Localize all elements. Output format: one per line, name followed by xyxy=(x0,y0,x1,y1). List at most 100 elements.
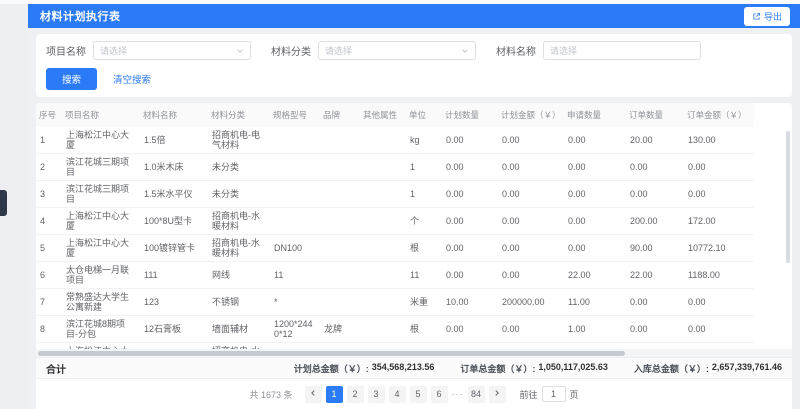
table-cell: 墙面辅材 xyxy=(208,316,270,343)
column-header: 规格型号 xyxy=(270,103,320,127)
clear-search-button[interactable]: 清空搜索 xyxy=(109,68,155,90)
sidebar-collapse-handle[interactable] xyxy=(0,190,7,216)
chevron-left-icon xyxy=(309,389,317,399)
table-cell: 10.00 xyxy=(442,289,498,316)
table-cell: 0.00 xyxy=(498,208,564,235)
column-header: 订单数量 xyxy=(626,103,684,127)
table-cell: 根 xyxy=(406,316,442,343)
app-shell: 材料计划执行表 导出 项目名称 请选择 xyxy=(0,4,800,409)
table-row: 7常熟盛达大学生公寓新建123不锈钢*米重10.00200000.0011.00… xyxy=(36,289,754,316)
page-button-3[interactable]: 3 xyxy=(368,386,385,403)
table-cell: 0.00 xyxy=(564,208,626,235)
goto-page-input[interactable] xyxy=(542,386,566,402)
page-title: 材料计划执行表 xyxy=(40,8,121,24)
export-button[interactable]: 导出 xyxy=(744,7,790,26)
page-button-2[interactable]: 2 xyxy=(347,386,364,403)
column-header: 订单金额（￥） xyxy=(684,103,754,127)
horizontal-scrollbar[interactable] xyxy=(38,351,625,356)
table-cell: 0.00 xyxy=(564,154,626,181)
chevron-down-icon xyxy=(236,42,244,60)
table-cell: 0.00 xyxy=(442,181,498,208)
table-cell: 22.00 xyxy=(564,262,626,289)
project-name-placeholder: 请选择 xyxy=(100,44,127,57)
table-cell: 0.00 xyxy=(564,127,626,154)
table-cell: 22.00 xyxy=(626,262,684,289)
table-cell: 上海松江中心大厦 xyxy=(62,208,140,235)
plan-total: 计划总金额（￥）: 354,568,213.56 xyxy=(294,362,435,375)
table-cell xyxy=(360,289,406,316)
table-cell: 0.00 xyxy=(626,316,684,343)
export-label: 导出 xyxy=(764,10,782,23)
table-cell xyxy=(270,154,320,181)
search-button[interactable]: 搜索 xyxy=(46,68,97,90)
goto-unit: 页 xyxy=(570,388,579,401)
table-cell: 滨江花城三期项目 xyxy=(62,181,140,208)
table-cell: 10772.10 xyxy=(684,235,754,262)
table-cell xyxy=(320,127,360,154)
table-body: 1上海松江中心大厦1.5倍招商机电-电气材料kg0.000.000.0020.0… xyxy=(36,127,754,349)
page-button-6[interactable]: 6 xyxy=(431,386,448,403)
material-name-select[interactable]: 请选择 xyxy=(543,41,701,60)
next-page-button[interactable] xyxy=(489,386,506,403)
plan-total-label: 计划总金额（￥）: xyxy=(294,362,369,375)
table-cell: 0.00 xyxy=(498,262,564,289)
table-cell: 0.00 xyxy=(498,154,564,181)
table-cell xyxy=(320,154,360,181)
left-rail xyxy=(0,4,28,409)
page-button-4[interactable]: 4 xyxy=(389,386,406,403)
table-cell: 0.00 xyxy=(684,289,754,316)
table-cell xyxy=(360,181,406,208)
table-cell: 0.00 xyxy=(442,208,498,235)
filter-row: 项目名称 请选择 材料分类 请选择 xyxy=(46,41,782,60)
table-cell: 上海松江中心大厦 xyxy=(62,127,140,154)
column-header: 序号 xyxy=(36,103,62,127)
table-cell xyxy=(320,208,360,235)
table-scroll-area: 序号项目名称材料名称材料分类规格型号品牌其他属性单位计划数量计划金额（￥）申请数… xyxy=(36,103,792,349)
table-cell: 4 xyxy=(36,208,62,235)
project-name-label: 项目名称 xyxy=(46,43,86,58)
material-category-select[interactable]: 请选择 xyxy=(318,41,476,60)
pagination: 共 1673 条 123456 ··· 84 前往 页 xyxy=(36,379,792,409)
horizontal-scrollbar-track xyxy=(36,349,792,357)
page-button-last[interactable]: 84 xyxy=(468,386,485,403)
pagination-total: 共 1673 条 xyxy=(249,388,292,401)
project-name-select[interactable]: 请选择 xyxy=(93,41,251,60)
table-cell: 0.00 xyxy=(684,316,754,343)
table-row: 8滨江花城8期项目-分包12石膏板墙面辅材1200*2440*12龙牌根0.00… xyxy=(36,316,754,343)
table-cell: 未分类 xyxy=(208,154,270,181)
table-cell: 100镀锌管卡 xyxy=(140,235,208,262)
table-cell: 网线 xyxy=(208,262,270,289)
table-cell xyxy=(320,235,360,262)
table-cell: 龙牌 xyxy=(320,316,360,343)
table-cell: 1 xyxy=(36,127,62,154)
table-cell: 滨江花城三期项目 xyxy=(62,154,140,181)
table-cell: 20.00 xyxy=(626,127,684,154)
table-row: 3滨江花城三期项目1.5米水平仪未分类10.000.000.000.000.00 xyxy=(36,181,754,208)
table-cell: 招商机电-水暖材料 xyxy=(208,235,270,262)
table-cell: 0.00 xyxy=(684,154,754,181)
column-header: 申请数量 xyxy=(564,103,626,127)
vertical-scrollbar[interactable] xyxy=(786,131,790,263)
table-cell: 130.00 xyxy=(684,127,754,154)
table-cell: 11.00 xyxy=(564,289,626,316)
table-cell xyxy=(320,289,360,316)
material-name-placeholder: 请选择 xyxy=(550,44,577,57)
table-cell: 0.00 xyxy=(442,154,498,181)
page-button-5[interactable]: 5 xyxy=(410,386,427,403)
table-cell: 0.00 xyxy=(442,316,498,343)
summary-row: 合计 计划总金额（￥）: 354,568,213.56 订单总金额（￥）: 1,… xyxy=(36,357,792,379)
table-cell: 11 xyxy=(270,262,320,289)
inbound-total-value: 2,657,339,761.46 xyxy=(712,362,782,375)
table-cell: 0.00 xyxy=(442,127,498,154)
table-header-row: 序号项目名称材料名称材料分类规格型号品牌其他属性单位计划数量计划金额（￥）申请数… xyxy=(36,103,754,127)
table-cell: 0.00 xyxy=(498,127,564,154)
table-cell: 123 xyxy=(140,289,208,316)
inbound-total-label: 入库总金额（￥）: xyxy=(634,362,709,375)
table-cell: 0.00 xyxy=(442,235,498,262)
column-header: 计划数量 xyxy=(442,103,498,127)
column-header: 其他属性 xyxy=(360,103,406,127)
prev-page-button[interactable] xyxy=(305,386,322,403)
materials-table: 序号项目名称材料名称材料分类规格型号品牌其他属性单位计划数量计划金额（￥）申请数… xyxy=(36,103,754,349)
table-cell: 2 xyxy=(36,154,62,181)
page-button-1[interactable]: 1 xyxy=(326,386,343,403)
